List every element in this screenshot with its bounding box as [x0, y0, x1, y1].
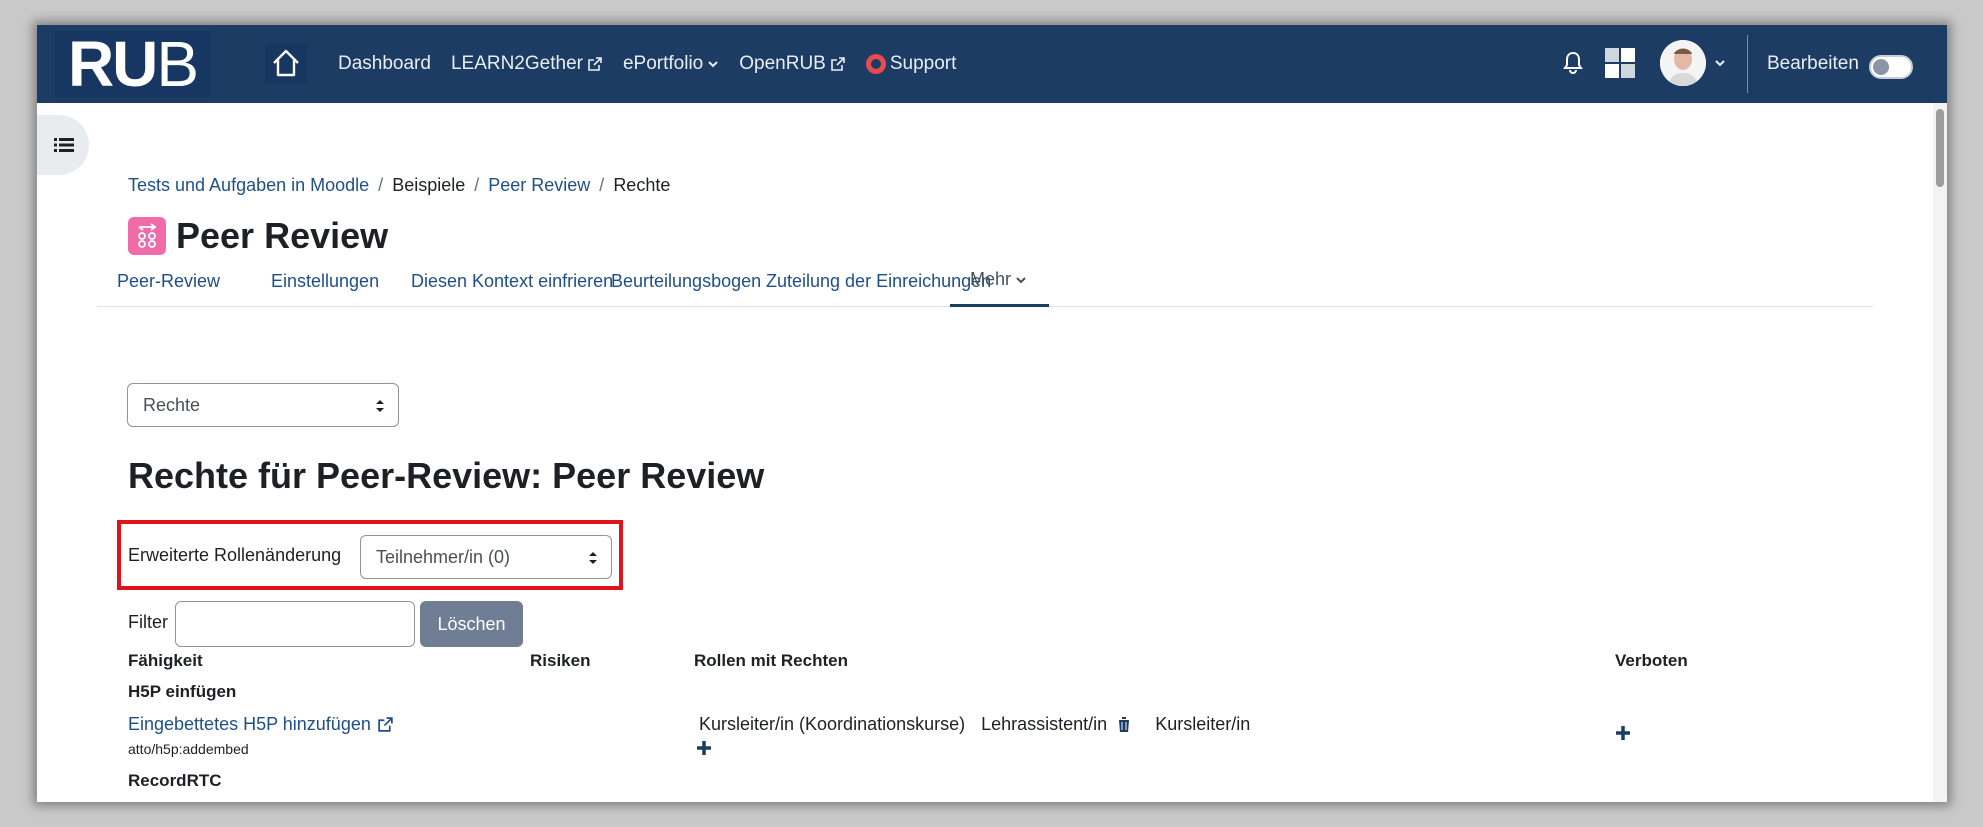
vertical-scrollbar[interactable]	[1933, 103, 1947, 802]
chevron-down-icon	[708, 61, 718, 68]
column-header-capability: Fähigkeit	[128, 651, 203, 670]
apps-grid-icon[interactable]	[1604, 47, 1636, 79]
user-avatar[interactable]	[1660, 40, 1706, 86]
breadcrumb-section: Beispiele	[392, 175, 466, 195]
role-item: Kursleiter/in (Koordinationskurse)	[699, 714, 966, 734]
capability-group-title: H5P einfügen	[128, 682, 237, 701]
capability-link[interactable]: Eingebettetes H5P hinzufügen	[128, 714, 394, 735]
permissions-page-select[interactable]: Rechte	[127, 383, 399, 427]
edit-mode-toggle[interactable]	[1869, 55, 1913, 79]
nav-openrub[interactable]: OpenRUB	[739, 53, 846, 75]
tab-peer-review[interactable]: Peer-Review	[97, 255, 240, 307]
advanced-role-select[interactable]: Teilnehmer/in (0)	[360, 535, 612, 579]
advanced-role-label: Erweiterte Rollenänderung	[128, 545, 342, 565]
page-header: Peer Review	[128, 215, 388, 257]
peer-review-module-icon	[128, 217, 166, 255]
role-item: Lehrassistent/in	[981, 714, 1131, 735]
capability-group-title: RecordRTC	[128, 771, 222, 790]
permissions-heading: Rechte für Peer-Review: Peer Review	[128, 455, 765, 496]
filter-label: Filter	[128, 612, 168, 632]
rub-logo[interactable]: RU B	[55, 31, 210, 97]
column-header-prohibited: Verboten	[1615, 651, 1688, 670]
secondary-navigation: Peer-Review Einstellungen Diesen Kontext…	[97, 255, 1873, 307]
browser-window: RU B Dashboard LEARN2Gether ePortfolio Op…	[37, 25, 1947, 802]
scrollbar-thumb[interactable]	[1936, 109, 1944, 187]
primary-navigation: Dashboard LEARN2Gether ePortfolio OpenRU…	[338, 25, 956, 103]
nav-learn2gether[interactable]: LEARN2Gether	[451, 53, 603, 75]
page-title: Peer Review	[176, 215, 389, 256]
breadcrumb: Tests und Aufgaben in Moodle / Beispiele…	[128, 175, 671, 196]
role-item: Kursleiter/in	[1155, 714, 1251, 734]
top-navbar: RU B Dashboard LEARN2Gether ePortfolio Op…	[37, 25, 1947, 103]
column-header-roles: Rollen mit Rechten	[694, 651, 848, 670]
nav-support[interactable]: Support	[865, 53, 956, 75]
external-link-icon	[588, 57, 602, 71]
allowed-roles-list: Kursleiter/in (Koordinationskurse) Lehra…	[699, 714, 1250, 735]
breadcrumb-course[interactable]: Tests und Aufgaben in Moodle	[128, 175, 369, 196]
chevron-down-icon	[1016, 276, 1026, 283]
navbar-divider	[1747, 35, 1748, 93]
external-link-icon	[378, 717, 393, 732]
breadcrumb-activity[interactable]: Peer Review	[488, 175, 590, 196]
tab-mehr[interactable]: Mehr	[950, 255, 1049, 307]
capability-id: atto/h5p:addembed	[128, 741, 249, 757]
chevron-down-icon[interactable]	[1714, 57, 1726, 69]
select-arrows-icon	[589, 552, 597, 564]
nav-dashboard[interactable]: Dashboard	[338, 53, 431, 75]
list-icon	[54, 138, 74, 152]
external-link-icon	[831, 57, 845, 71]
clear-filter-button[interactable]: Löschen	[420, 601, 523, 647]
trash-icon[interactable]	[1117, 716, 1131, 733]
home-icon[interactable]	[265, 43, 307, 83]
filter-input[interactable]	[175, 601, 415, 647]
tab-einstellungen[interactable]: Einstellungen	[251, 255, 399, 307]
edit-mode-label: Bearbeiten	[1767, 53, 1859, 74]
notification-bell-icon[interactable]	[1562, 51, 1584, 75]
add-role-plus-icon[interactable]	[696, 740, 712, 756]
column-header-risks: Risiken	[530, 651, 591, 670]
breadcrumb-current: Rechte	[613, 175, 671, 195]
lifebuoy-icon	[865, 54, 886, 74]
course-index-toggle[interactable]	[37, 115, 89, 175]
nav-eportfolio[interactable]: ePortfolio	[623, 53, 719, 75]
add-prohibit-plus-icon[interactable]	[1615, 725, 1631, 741]
select-arrows-icon	[376, 400, 384, 412]
